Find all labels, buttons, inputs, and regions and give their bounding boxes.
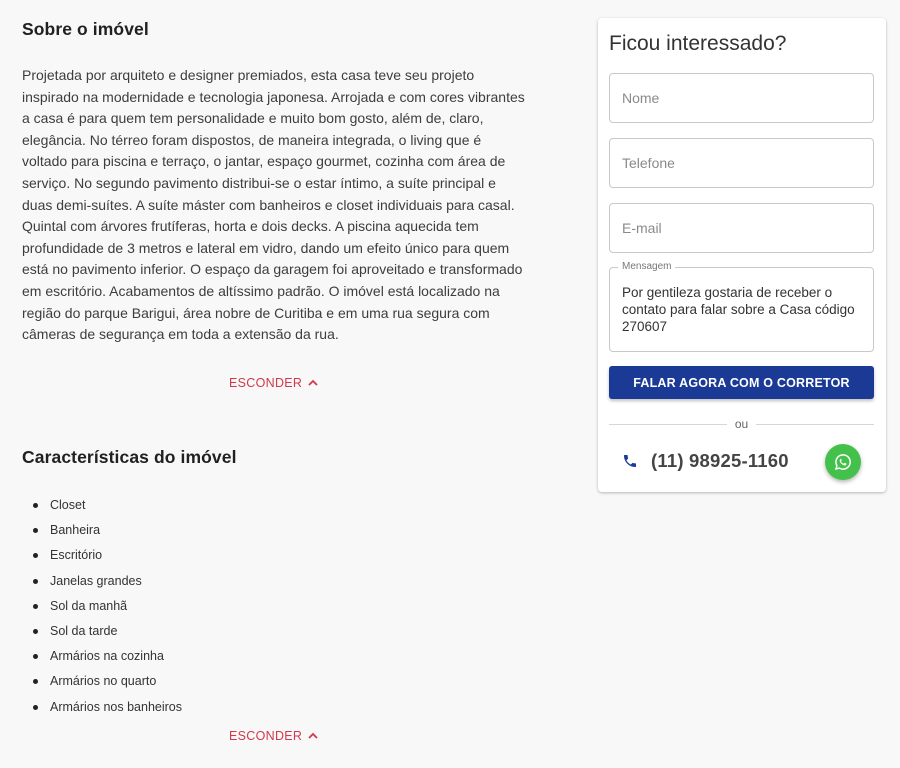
phone-field[interactable] — [610, 139, 873, 187]
list-item: Closet — [22, 494, 182, 519]
features-hide-toggle[interactable]: ESCONDER — [229, 729, 319, 743]
list-item: Janelas grandes — [22, 570, 182, 595]
contact-card: Ficou interessado? Por gentileza gostari… — [598, 18, 886, 492]
about-hide-toggle[interactable]: ESCONDER — [229, 376, 319, 390]
features-hide-label: ESCONDER — [229, 729, 303, 743]
phone-field-wrapper — [609, 138, 874, 188]
email-field-wrapper — [609, 203, 874, 253]
list-item: Armários nos banheiros — [22, 696, 182, 721]
phone-link[interactable]: (11) 98925-1160 — [622, 450, 789, 472]
email-field[interactable] — [610, 204, 873, 252]
name-field-wrapper — [609, 73, 874, 123]
divider-line — [756, 424, 874, 425]
contact-agent-button[interactable]: FALAR AGORA COM O CORRETOR — [609, 366, 874, 399]
message-field-wrapper: Por gentileza gostaria de receber o cont… — [609, 261, 874, 352]
chevron-up-icon — [308, 379, 318, 386]
phone-number: (11) 98925-1160 — [651, 450, 789, 471]
message-field[interactable]: Por gentileza gostaria de receber o cont… — [610, 268, 873, 351]
list-item: Sol da tarde — [22, 620, 182, 645]
chevron-up-icon — [308, 732, 318, 739]
features-list: Closet Banheira Escritório Janelas grand… — [22, 494, 182, 721]
features-title: Características do imóvel — [22, 447, 237, 467]
about-hide-label: ESCONDER — [229, 376, 303, 390]
name-field[interactable] — [610, 74, 873, 122]
message-label: Mensagem — [618, 261, 676, 272]
or-divider: ou — [609, 417, 874, 433]
list-item: Escritório — [22, 544, 182, 569]
phone-icon — [624, 455, 636, 467]
list-item: Armários na cozinha — [22, 645, 182, 670]
about-title: Sobre o imóvel — [22, 19, 149, 39]
list-item: Armários no quarto — [22, 670, 182, 695]
whatsapp-icon — [834, 454, 851, 471]
list-item: Sol da manhã — [22, 595, 182, 620]
contact-title: Ficou interessado? — [609, 32, 787, 55]
list-item: Banheira — [22, 519, 182, 544]
about-description: Projetada por arquiteto e designer premi… — [22, 67, 525, 343]
whatsapp-button[interactable] — [825, 444, 861, 480]
